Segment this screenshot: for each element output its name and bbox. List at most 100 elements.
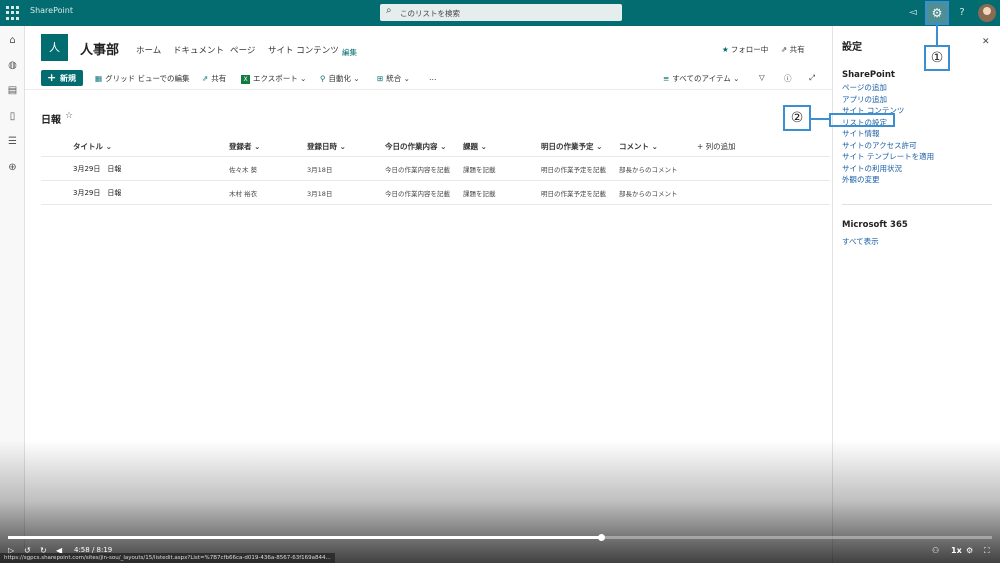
column-header-tomorrow[interactable]: 明日の作業予定 ⌄: [541, 141, 602, 152]
export-button[interactable]: X エクスポート ⌄: [241, 73, 306, 84]
globe-icon[interactable]: ◍: [6, 59, 19, 72]
nav-pages[interactable]: ページ: [230, 44, 255, 56]
link-change-look[interactable]: 外観の変更: [842, 174, 880, 185]
brand-label[interactable]: SharePoint: [30, 6, 73, 15]
cell-issue: 課題を記載: [463, 190, 496, 198]
filter-icon[interactable]: ▽: [759, 73, 765, 82]
megaphone-icon[interactable]: ◅: [905, 5, 921, 21]
link-apply-template[interactable]: サイト テンプレートを適用: [842, 151, 934, 162]
nav-home[interactable]: ホーム: [136, 44, 161, 56]
column-header-author[interactable]: 登録者 ⌄: [229, 141, 260, 152]
cell-tomorrow: 明日の作業予定を記載: [541, 166, 606, 174]
automate-label: 自動化: [328, 74, 352, 83]
grid-icon: ▦: [95, 74, 103, 83]
nav-documents[interactable]: ドキュメント: [173, 44, 224, 56]
site-share-button[interactable]: ⇗ 共有: [781, 44, 805, 55]
cell-author: 木村 裕衣: [229, 190, 258, 198]
column-header-issue[interactable]: 課題 ⌄: [463, 141, 487, 152]
search-placeholder: このリストを検索: [400, 9, 460, 18]
cell-tomorrow: 明日の作業予定を記載: [541, 190, 606, 198]
cell-today: 今日の作業内容を記載: [385, 166, 450, 174]
row-divider: [41, 204, 830, 205]
video-settings-icon[interactable]: ⚙: [966, 546, 973, 555]
avatar[interactable]: [978, 4, 996, 22]
link-add-app[interactable]: アプリの追加: [842, 94, 887, 105]
link-add-page[interactable]: ページの追加: [842, 82, 887, 93]
share-icon: ⇗: [781, 45, 790, 54]
column-header-title[interactable]: タイトル ⌄: [73, 141, 112, 152]
add-icon[interactable]: ⊕: [6, 161, 19, 174]
callout-connector: [936, 24, 938, 46]
column-header-comment[interactable]: コメント ⌄: [619, 141, 658, 152]
star-icon: ★: [722, 45, 729, 54]
search-icon: ⌕: [386, 5, 392, 16]
document-icon[interactable]: ▯: [6, 110, 19, 123]
grid-edit-label: グリッド ビューでの編集: [105, 74, 190, 83]
settings-panel-title: 設定: [842, 42, 862, 53]
cell-date: 3月18日: [307, 166, 333, 174]
share-button[interactable]: ⇗ 共有: [202, 73, 226, 84]
news-icon[interactable]: ▤: [6, 84, 19, 97]
automate-button[interactable]: ⚲ 自動化 ⌄: [320, 73, 360, 84]
search-input[interactable]: ⌕ このリストを検索: [380, 4, 622, 21]
header-divider: [41, 156, 830, 157]
highlight-box: [829, 113, 895, 127]
view-selector[interactable]: ≡ すべてのアイテム ⌄: [663, 73, 739, 84]
flow-icon: ⚲: [320, 74, 326, 83]
integrate-button[interactable]: ⊞ 統合 ⌄: [377, 73, 410, 84]
cell-today: 今日の作業内容を記載: [385, 190, 450, 198]
follow-label: フォロー中: [730, 45, 769, 54]
list-title: 日報: [41, 115, 61, 126]
integrate-icon: ⊞: [377, 74, 384, 83]
status-url: https://sgpcs.sharepoint.com/sites/jin-s…: [0, 553, 335, 563]
home-icon[interactable]: ⌂: [6, 34, 19, 47]
add-column-button[interactable]: + 列の追加: [697, 141, 736, 152]
people-icon[interactable]: ⚇: [932, 546, 939, 555]
more-button[interactable]: …: [429, 73, 437, 82]
plus-icon: +: [47, 71, 57, 84]
export-label: エクスポート: [253, 74, 298, 83]
view-list-icon: ≡: [663, 74, 670, 83]
column-header-today[interactable]: 今日の作業内容 ⌄: [385, 141, 446, 152]
new-button[interactable]: + 新規: [41, 70, 83, 86]
video-progress-fill: [8, 536, 602, 539]
column-header-date[interactable]: 登録日時 ⌄: [307, 141, 346, 152]
expand-icon[interactable]: ⤢: [809, 73, 815, 83]
nav-site-contents[interactable]: サイト コンテンツ: [268, 44, 339, 56]
callout-step-2: ②: [783, 105, 811, 131]
cell-date: 3月18日: [307, 190, 333, 198]
link-site-usage[interactable]: サイトの利用状況: [842, 163, 902, 174]
link-site-info[interactable]: サイト情報: [842, 128, 880, 139]
app-launcher-icon[interactable]: [6, 6, 20, 20]
info-icon[interactable]: ⓘ: [784, 73, 792, 84]
view-label: すべてのアイテム: [672, 74, 731, 83]
settings-button[interactable]: ⚙: [925, 1, 949, 25]
callout-connector: [810, 118, 830, 120]
cell-title[interactable]: 3月29日 日報: [73, 188, 121, 198]
integrate-label: 統合: [386, 74, 402, 83]
help-icon[interactable]: ?: [954, 5, 970, 21]
cell-comment: 部長からのコメント: [619, 166, 678, 174]
favorite-star-icon[interactable]: ☆: [65, 111, 73, 121]
nav-edit[interactable]: 編集: [342, 47, 357, 58]
site-logo[interactable]: 人: [41, 34, 68, 61]
video-progress-bar[interactable]: [8, 534, 992, 541]
lists-icon[interactable]: ☰: [6, 135, 19, 148]
follow-button[interactable]: ★ フォロー中: [722, 44, 768, 55]
link-site-permissions[interactable]: サイトのアクセス許可: [842, 140, 917, 151]
section-sharepoint: SharePoint: [842, 70, 895, 80]
suite-bar: SharePoint ⌕ このリストを検索 ◅ ⚙ ?: [0, 0, 1000, 26]
section-microsoft-365: Microsoft 365: [842, 220, 908, 230]
speed-button[interactable]: 1x: [951, 546, 962, 555]
fullscreen-icon[interactable]: ⛶: [984, 546, 990, 556]
gear-icon: ⚙: [931, 6, 943, 20]
site-share-label: 共有: [789, 45, 805, 54]
site-title[interactable]: 人事部: [80, 39, 119, 58]
share-icon: ⇗: [202, 74, 209, 83]
command-bar: + 新規 ▦ グリッド ビューでの編集 ⇗ 共有 X エクスポート ⌄ ⚲ 自動化 ⌄ …: [25, 68, 833, 90]
close-icon[interactable]: ✕: [982, 37, 990, 47]
cell-title[interactable]: 3月29日 日報: [73, 164, 121, 174]
grid-edit-button[interactable]: ▦ グリッド ビューでの編集: [95, 73, 190, 84]
excel-icon: X: [241, 74, 250, 84]
link-see-all[interactable]: すべて表示: [842, 236, 879, 247]
